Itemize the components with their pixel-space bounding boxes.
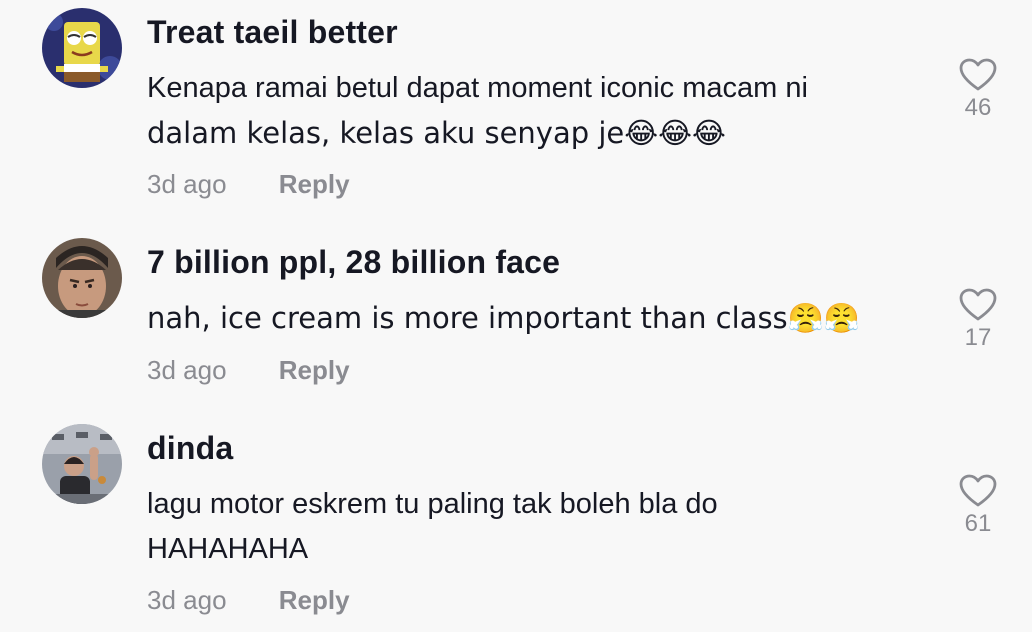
heart-icon [959,474,997,507]
like-count: 17 [964,324,992,351]
comment-username[interactable]: dinda [147,430,233,467]
reply-button[interactable]: Reply [279,585,350,616]
heart-icon [959,58,997,91]
comment-text-line: dalam kelas, kelas aku senyap je😂😂😂 [147,116,726,150]
comment-timestamp: 3d ago [147,585,227,615]
comment-text-line: HAHAHAHA [147,533,309,565]
comment-text: Kenapa ramai betul dapat moment iconic m… [147,66,927,156]
person-photo-avatar-icon [42,424,122,504]
comment-text: nah, ice cream is more important than cl… [147,296,927,341]
like-count: 46 [964,94,992,121]
comment-meta: 3d ago Reply [147,169,350,200]
comment-text-line: nah, ice cream is more important than cl… [147,301,860,335]
like-button[interactable]: 61 [955,474,1001,538]
comment-list: Treat taeil better Kenapa ramai betul da… [0,0,1032,632]
comment-username[interactable]: Treat taeil better [147,14,398,51]
like-count: 61 [964,510,992,537]
comment-timestamp: 3d ago [147,169,227,199]
like-button[interactable]: 46 [955,58,1001,122]
character-face-avatar-icon [42,238,122,318]
comment-meta: 3d ago Reply [147,585,350,616]
like-button[interactable]: 17 [955,288,1001,352]
comment-text-line: lagu motor eskrem tu paling tak boleh bl… [147,488,718,520]
avatar[interactable] [42,8,122,88]
comment-timestamp: 3d ago [147,355,227,385]
heart-icon [959,288,997,321]
comment-text: lagu motor eskrem tu paling tak boleh bl… [147,482,927,572]
comment-username[interactable]: 7 billion ppl, 28 billion face [147,244,560,281]
reply-button[interactable]: Reply [279,169,350,200]
comment-text-line: Kenapa ramai betul dapat moment iconic m… [147,72,808,104]
spongebob-avatar-icon [42,8,122,88]
comment-meta: 3d ago Reply [147,355,350,386]
avatar[interactable] [42,424,122,504]
reply-button[interactable]: Reply [279,355,350,386]
avatar[interactable] [42,238,122,318]
